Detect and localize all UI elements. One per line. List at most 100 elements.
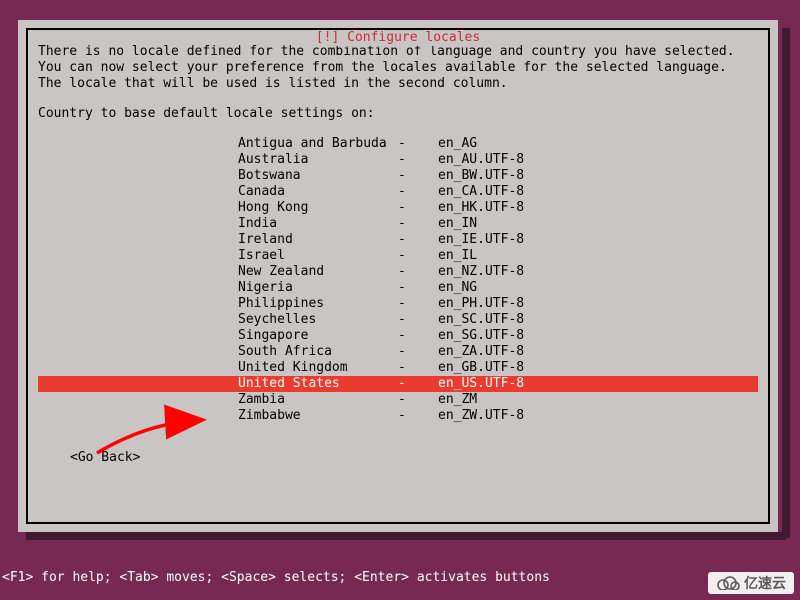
row-padding: [38, 408, 238, 424]
row-padding: [38, 280, 238, 296]
locale-code: en_SC.UTF-8: [438, 312, 618, 328]
locale-country: United Kingdom: [238, 360, 398, 376]
locale-row[interactable]: Philippines- en_PH.UTF-8: [38, 296, 758, 312]
locale-separator: -: [398, 408, 438, 424]
row-padding: [38, 392, 238, 408]
locale-row[interactable]: United States- en_US.UTF-8: [38, 376, 758, 392]
locale-separator: -: [398, 296, 438, 312]
row-padding: [38, 136, 238, 152]
locale-separator: -: [398, 152, 438, 168]
locale-separator: -: [398, 360, 438, 376]
locale-separator: -: [398, 216, 438, 232]
locale-row[interactable]: Seychelles- en_SC.UTF-8: [38, 312, 758, 328]
locale-row[interactable]: India- en_IN: [38, 216, 758, 232]
row-padding: [38, 216, 238, 232]
row-padding: [38, 344, 238, 360]
locale-code: en_GB.UTF-8: [438, 360, 618, 376]
dialog-body-text: There is no locale defined for the combi…: [38, 44, 758, 92]
locale-code: en_ZW.UTF-8: [438, 408, 618, 424]
locale-country: Antigua and Barbuda: [238, 136, 398, 152]
locale-separator: -: [398, 136, 438, 152]
locale-code: en_IN: [438, 216, 618, 232]
locale-code: en_NG: [438, 280, 618, 296]
locale-separator: -: [398, 232, 438, 248]
locale-separator: -: [398, 312, 438, 328]
locale-row[interactable]: Antigua and Barbuda- en_AG: [38, 136, 758, 152]
locale-code: en_PH.UTF-8: [438, 296, 618, 312]
locale-country: Israel: [238, 248, 398, 264]
locale-code: en_BW.UTF-8: [438, 168, 618, 184]
locale-row[interactable]: South Africa- en_ZA.UTF-8: [38, 344, 758, 360]
locale-code: en_CA.UTF-8: [438, 184, 618, 200]
row-padding: [38, 152, 238, 168]
locale-row[interactable]: Botswana- en_BW.UTF-8: [38, 168, 758, 184]
locale-country: Singapore: [238, 328, 398, 344]
locale-separator: -: [398, 168, 438, 184]
row-padding: [38, 376, 238, 392]
configure-locales-dialog: [!] Configure locales There is no locale…: [18, 20, 778, 532]
locale-row[interactable]: New Zealand- en_NZ.UTF-8: [38, 264, 758, 280]
locale-separator: -: [398, 248, 438, 264]
go-back-button[interactable]: <Go Back>: [38, 450, 758, 466]
locale-row[interactable]: Ireland- en_IE.UTF-8: [38, 232, 758, 248]
dialog-title-wrap: [!] Configure locales: [28, 30, 768, 46]
locale-row[interactable]: Canada- en_CA.UTF-8: [38, 184, 758, 200]
dialog-inner: [!] Configure locales There is no locale…: [26, 28, 770, 524]
watermark: 亿速云: [708, 572, 794, 594]
row-padding: [38, 328, 238, 344]
locale-code: en_NZ.UTF-8: [438, 264, 618, 280]
locale-country: Australia: [238, 152, 398, 168]
locale-country: Philippines: [238, 296, 398, 312]
locale-country: United States: [238, 376, 398, 392]
locale-row[interactable]: Hong Kong- en_HK.UTF-8: [38, 200, 758, 216]
locale-country: Ireland: [238, 232, 398, 248]
locale-separator: -: [398, 200, 438, 216]
dialog-shadow-bottom: [26, 532, 786, 540]
locale-row[interactable]: Australia- en_AU.UTF-8: [38, 152, 758, 168]
dialog-shadow-right: [782, 28, 790, 538]
help-bar: <F1> for help; <Tab> moves; <Space> sele…: [2, 570, 550, 586]
dialog-title: [!] Configure locales: [310, 30, 486, 46]
locale-code: en_US.UTF-8: [438, 376, 618, 392]
row-padding: [38, 168, 238, 184]
locale-country: Canada: [238, 184, 398, 200]
locale-row[interactable]: Zimbabwe- en_ZW.UTF-8: [38, 408, 758, 424]
locale-code: en_ZA.UTF-8: [438, 344, 618, 360]
locale-separator: -: [398, 280, 438, 296]
locale-separator: -: [398, 376, 438, 392]
locale-code: en_IE.UTF-8: [438, 232, 618, 248]
locale-separator: -: [398, 264, 438, 280]
locale-country: Seychelles: [238, 312, 398, 328]
row-padding: [38, 200, 238, 216]
locale-list[interactable]: Antigua and Barbuda- en_AGAustralia- en_…: [38, 136, 758, 424]
locale-code: en_HK.UTF-8: [438, 200, 618, 216]
locale-row[interactable]: United Kingdom- en_GB.UTF-8: [38, 360, 758, 376]
locale-row[interactable]: Nigeria- en_NG: [38, 280, 758, 296]
locale-separator: -: [398, 328, 438, 344]
locale-country: South Africa: [238, 344, 398, 360]
locale-prompt: Country to base default locale settings …: [38, 106, 758, 122]
locale-country: New Zealand: [238, 264, 398, 280]
watermark-text: 亿速云: [744, 575, 786, 591]
locale-code: en_ZM: [438, 392, 618, 408]
locale-code: en_IL: [438, 248, 618, 264]
locale-separator: -: [398, 184, 438, 200]
locale-code: en_AG: [438, 136, 618, 152]
locale-separator: -: [398, 392, 438, 408]
row-padding: [38, 296, 238, 312]
locale-country: Nigeria: [238, 280, 398, 296]
row-padding: [38, 312, 238, 328]
locale-row[interactable]: Zambia- en_ZM: [38, 392, 758, 408]
row-padding: [38, 232, 238, 248]
locale-country: India: [238, 216, 398, 232]
locale-country: Zambia: [238, 392, 398, 408]
locale-code: en_AU.UTF-8: [438, 152, 618, 168]
locale-country: Zimbabwe: [238, 408, 398, 424]
locale-row[interactable]: Israel- en_IL: [38, 248, 758, 264]
row-padding: [38, 360, 238, 376]
row-padding: [38, 264, 238, 280]
row-padding: [38, 184, 238, 200]
locale-separator: -: [398, 344, 438, 360]
locale-row[interactable]: Singapore- en_SG.UTF-8: [38, 328, 758, 344]
cloud-icon: [716, 576, 740, 590]
